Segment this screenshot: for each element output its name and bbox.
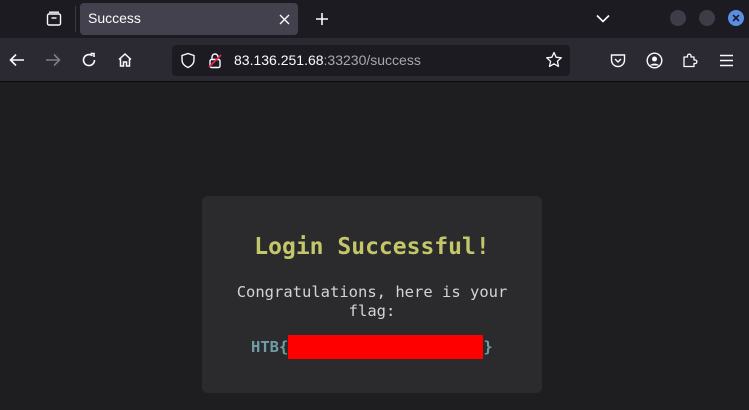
star-icon[interactable] xyxy=(545,51,563,69)
menu-icon xyxy=(719,54,733,66)
window-close-button[interactable] xyxy=(728,10,744,26)
success-card: Login Successful! Congratulations, here … xyxy=(202,196,542,393)
tab-manager-button[interactable] xyxy=(40,5,68,33)
tab-title: Success xyxy=(88,10,141,26)
flag-redaction-box xyxy=(288,335,484,359)
url-host: 83.136.251.68 xyxy=(234,52,324,68)
flag-text: HTB{} xyxy=(251,335,493,359)
pocket-button[interactable] xyxy=(607,49,629,71)
reload-icon xyxy=(82,52,96,67)
home-button[interactable] xyxy=(114,49,136,71)
account-button[interactable] xyxy=(643,49,665,71)
navigation-toolbar: 83.136.251.68:33230/success xyxy=(0,38,749,82)
plus-icon xyxy=(316,13,328,25)
tab-manager-icon xyxy=(46,11,62,26)
forward-button[interactable] xyxy=(42,49,64,71)
list-all-tabs-button[interactable] xyxy=(594,9,612,27)
url-path: :33230/success xyxy=(323,52,421,68)
tab-separator xyxy=(75,6,76,32)
window-maximize-button[interactable] xyxy=(699,10,715,26)
pocket-icon xyxy=(610,53,626,67)
new-tab-button[interactable] xyxy=(312,9,332,29)
close-icon xyxy=(279,14,289,24)
url-text[interactable]: 83.136.251.68:33230/success xyxy=(234,52,421,68)
back-arrow-icon xyxy=(9,53,24,67)
tab-strip: Success xyxy=(0,0,749,38)
forward-arrow-icon xyxy=(46,53,61,67)
close-icon xyxy=(732,14,740,22)
success-message: Congratulations, here is your flag: xyxy=(236,283,508,320)
flag-suffix: } xyxy=(483,338,493,356)
extensions-icon xyxy=(683,53,698,68)
tab-close-button[interactable] xyxy=(276,11,292,27)
flag-prefix: HTB{ xyxy=(251,338,289,356)
shield-icon[interactable] xyxy=(180,52,196,69)
home-icon xyxy=(118,52,132,67)
page-title: Login Successful! xyxy=(254,234,490,260)
account-icon xyxy=(645,51,663,69)
back-button[interactable] xyxy=(6,49,28,71)
lock-icon[interactable] xyxy=(207,52,223,69)
app-menu-button[interactable] xyxy=(715,49,737,71)
extensions-button[interactable] xyxy=(679,49,701,71)
window-minimize-button[interactable] xyxy=(670,10,686,26)
tab-success[interactable]: Success xyxy=(80,3,298,35)
address-bar[interactable]: 83.136.251.68:33230/success xyxy=(172,45,570,76)
reload-button[interactable] xyxy=(78,49,100,71)
chevron-down-icon xyxy=(596,14,610,23)
page-content: Login Successful! Congratulations, here … xyxy=(0,83,749,410)
